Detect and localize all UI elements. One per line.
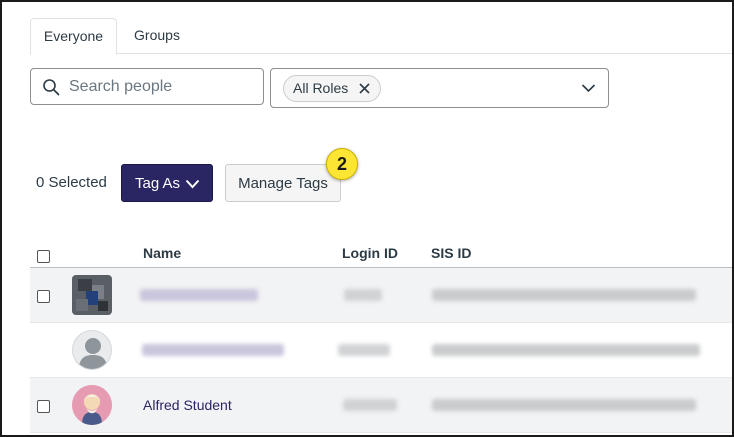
avatar	[72, 385, 112, 425]
tag-as-button[interactable]: Tag As	[121, 164, 213, 202]
column-header-name[interactable]: Name	[143, 245, 181, 261]
search-input[interactable]	[69, 69, 259, 104]
redacted-name	[140, 289, 258, 301]
avatar	[72, 330, 112, 370]
chevron-down-icon[interactable]	[581, 82, 596, 94]
remove-chip-icon[interactable]	[358, 82, 371, 95]
people-tabs: Everyone Groups	[30, 16, 732, 55]
redacted-sis-id	[432, 344, 700, 356]
search-field[interactable]	[30, 68, 264, 105]
redacted-name	[142, 344, 284, 356]
people-table: Name Login ID SIS ID Alfred Student	[30, 240, 732, 433]
default-person-icon	[79, 338, 107, 369]
people-page: Everyone Groups All Roles 0 Selected Tag…	[0, 0, 734, 437]
row-checkbox[interactable]	[37, 400, 50, 413]
redacted-login-id	[343, 399, 397, 411]
column-header-login-id[interactable]: Login ID	[342, 245, 398, 261]
redacted-sis-id	[432, 399, 696, 411]
manage-tags-button[interactable]: Manage Tags	[225, 164, 341, 202]
roles-filter-select[interactable]: All Roles	[270, 68, 609, 108]
redacted-sis-id	[432, 289, 696, 301]
avatar	[72, 275, 112, 315]
cartoon-student-icon	[72, 385, 112, 425]
step-callout-badge: 2	[326, 148, 358, 180]
select-all-checkbox[interactable]	[37, 250, 50, 263]
tab-groups[interactable]: Groups	[122, 18, 192, 55]
redacted-login-id	[338, 344, 390, 356]
role-chip-label: All Roles	[293, 80, 349, 96]
tab-everyone[interactable]: Everyone	[30, 18, 117, 55]
blurred-photo-icon	[72, 275, 112, 315]
chevron-down-icon	[185, 179, 200, 189]
redacted-login-id	[344, 289, 382, 301]
table-row	[30, 323, 732, 378]
search-icon	[43, 79, 60, 96]
selected-count: 0 Selected	[36, 174, 107, 191]
tag-as-label: Tag As	[135, 175, 181, 192]
table-header: Name Login ID SIS ID	[30, 240, 732, 268]
table-row	[30, 268, 732, 323]
row-checkbox[interactable]	[37, 290, 50, 303]
student-name-link[interactable]: Alfred Student	[143, 397, 232, 413]
column-header-sis-id[interactable]: SIS ID	[431, 245, 471, 261]
table-row: Alfred Student	[30, 378, 732, 433]
role-chip-all-roles[interactable]: All Roles	[283, 75, 382, 102]
